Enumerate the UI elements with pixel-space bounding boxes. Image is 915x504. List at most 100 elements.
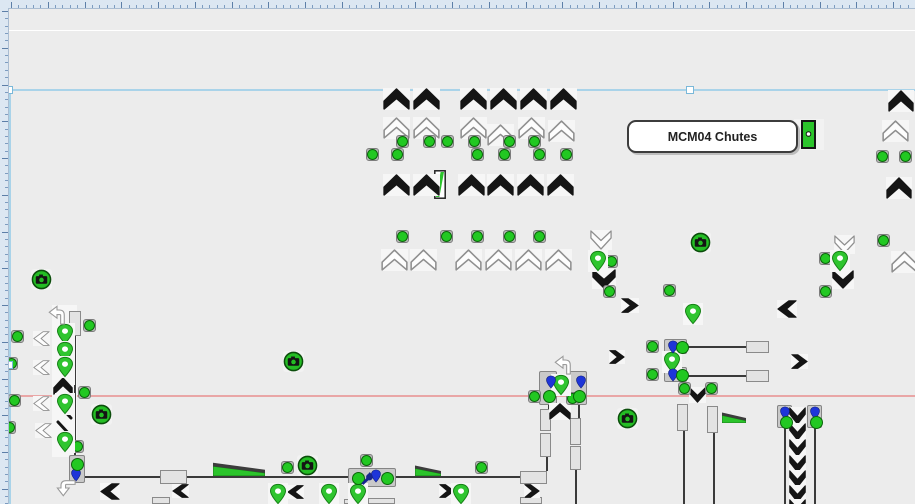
status-indicator[interactable] <box>423 135 436 148</box>
location-pin[interactable] <box>55 393 75 415</box>
status-indicator[interactable] <box>396 230 409 243</box>
green-dot[interactable] <box>381 472 394 485</box>
turn-arrow-icon[interactable] <box>553 355 573 375</box>
chevron-left-icon[interactable] <box>100 483 120 500</box>
green-dot[interactable] <box>676 341 689 354</box>
level-gauge[interactable] <box>722 412 746 423</box>
status-indicator[interactable] <box>528 135 541 148</box>
chevron-up-icon[interactable] <box>413 174 440 196</box>
camera-marker[interactable] <box>31 269 52 290</box>
chevron-up-icon[interactable] <box>520 88 547 110</box>
chevron-white-up-icon[interactable] <box>515 249 542 271</box>
status-indicator[interactable] <box>877 234 890 247</box>
chevron-up-icon[interactable] <box>517 174 544 196</box>
turn-arrow-icon[interactable] <box>56 478 76 498</box>
turn-arrow-icon[interactable] <box>47 305 67 325</box>
chevron-white-down-icon[interactable] <box>590 230 612 250</box>
status-indicator[interactable] <box>440 230 453 243</box>
status-indicator[interactable] <box>899 150 912 163</box>
status-indicator[interactable] <box>360 454 373 467</box>
location-pin[interactable] <box>319 483 339 504</box>
location-pin[interactable] <box>55 431 75 453</box>
chevron-up-icon[interactable] <box>413 88 440 110</box>
location-pin[interactable] <box>451 483 471 504</box>
green-dot[interactable] <box>676 369 689 382</box>
chevron-white-up-icon[interactable] <box>882 120 909 142</box>
chevron-down-icon[interactable] <box>689 387 706 403</box>
location-pin[interactable] <box>830 250 850 272</box>
chevron-up-icon[interactable] <box>383 174 410 196</box>
level-gauge[interactable] <box>213 462 265 476</box>
chevron-up-icon[interactable] <box>490 88 517 110</box>
blue-pin-icon[interactable] <box>545 375 557 389</box>
chevron-up-icon[interactable] <box>487 174 514 196</box>
status-indicator[interactable] <box>396 135 409 148</box>
status-indicator[interactable] <box>819 285 832 298</box>
chevron-down-icon[interactable] <box>832 270 854 289</box>
chevron-up-icon[interactable] <box>460 88 487 110</box>
status-indicator[interactable] <box>503 135 516 148</box>
status-indicator[interactable] <box>8 394 21 407</box>
green-dot[interactable] <box>810 416 823 429</box>
chevron-white-up-icon[interactable] <box>410 249 437 271</box>
chevron-up-icon[interactable] <box>458 174 485 196</box>
chevron-left-icon[interactable] <box>777 300 797 318</box>
status-indicator[interactable] <box>663 284 676 297</box>
status-indicator[interactable] <box>503 230 516 243</box>
status-indicator[interactable] <box>646 368 659 381</box>
chevron-right-icon[interactable] <box>524 484 540 498</box>
location-pin[interactable] <box>55 356 75 378</box>
camera-marker[interactable] <box>91 404 112 425</box>
selection-handle[interactable] <box>686 86 694 94</box>
chevron-up-icon[interactable] <box>886 177 912 199</box>
chevron-left-icon[interactable] <box>287 485 304 499</box>
chevron-white-left-icon[interactable] <box>35 423 52 438</box>
camera-marker[interactable] <box>283 351 304 372</box>
chevron-up-icon[interactable] <box>549 403 571 420</box>
wrench-icon[interactable] <box>360 470 373 485</box>
location-pin[interactable] <box>268 483 288 504</box>
chevron-white-up-icon[interactable] <box>485 249 512 271</box>
chevron-up-icon[interactable] <box>547 174 574 196</box>
chevron-white-up-icon[interactable] <box>548 120 575 142</box>
status-indicator[interactable] <box>471 230 484 243</box>
chevron-white-up-icon[interactable] <box>381 249 408 271</box>
camera-marker[interactable] <box>297 455 318 476</box>
status-indicator[interactable] <box>678 382 691 395</box>
chevron-white-left-icon[interactable] <box>33 331 50 346</box>
status-indicator[interactable] <box>78 386 91 399</box>
blue-pin-icon[interactable] <box>575 375 587 389</box>
status-indicator[interactable] <box>11 330 24 343</box>
chevron-up-icon[interactable] <box>383 88 410 110</box>
status-indicator[interactable] <box>441 135 454 148</box>
chevron-white-up-icon[interactable] <box>455 249 482 271</box>
status-indicator[interactable] <box>468 135 481 148</box>
status-indicator[interactable] <box>603 285 616 298</box>
chevron-white-up-icon[interactable] <box>545 249 572 271</box>
status-indicator[interactable] <box>391 148 404 161</box>
chevron-right-icon[interactable] <box>609 350 625 364</box>
status-indicator[interactable] <box>876 150 889 163</box>
chevron-white-up-icon[interactable] <box>891 251 915 273</box>
camera-marker[interactable] <box>617 408 638 429</box>
chevron-up-icon[interactable] <box>888 90 914 112</box>
chevron-white-left-icon[interactable] <box>33 396 50 411</box>
status-indicator[interactable] <box>475 461 488 474</box>
location-pin[interactable] <box>348 483 368 504</box>
chevron-down-icon[interactable] <box>789 499 806 504</box>
green-dot[interactable] <box>543 390 556 403</box>
status-indicator[interactable] <box>498 148 511 161</box>
green-dot[interactable] <box>71 458 84 471</box>
status-indicator[interactable] <box>83 319 96 332</box>
green-dot[interactable] <box>573 390 586 403</box>
green-dot[interactable] <box>780 416 793 429</box>
status-indicator[interactable] <box>705 382 718 395</box>
gate-indicator[interactable] <box>794 119 824 150</box>
status-indicator[interactable] <box>281 461 294 474</box>
status-indicator[interactable] <box>560 148 573 161</box>
chevron-left-icon[interactable] <box>172 484 189 498</box>
level-gauge[interactable] <box>415 465 441 476</box>
camera-marker[interactable] <box>690 232 711 253</box>
chevron-right-icon[interactable] <box>791 354 808 369</box>
chevron-white-left-icon[interactable] <box>33 360 50 375</box>
